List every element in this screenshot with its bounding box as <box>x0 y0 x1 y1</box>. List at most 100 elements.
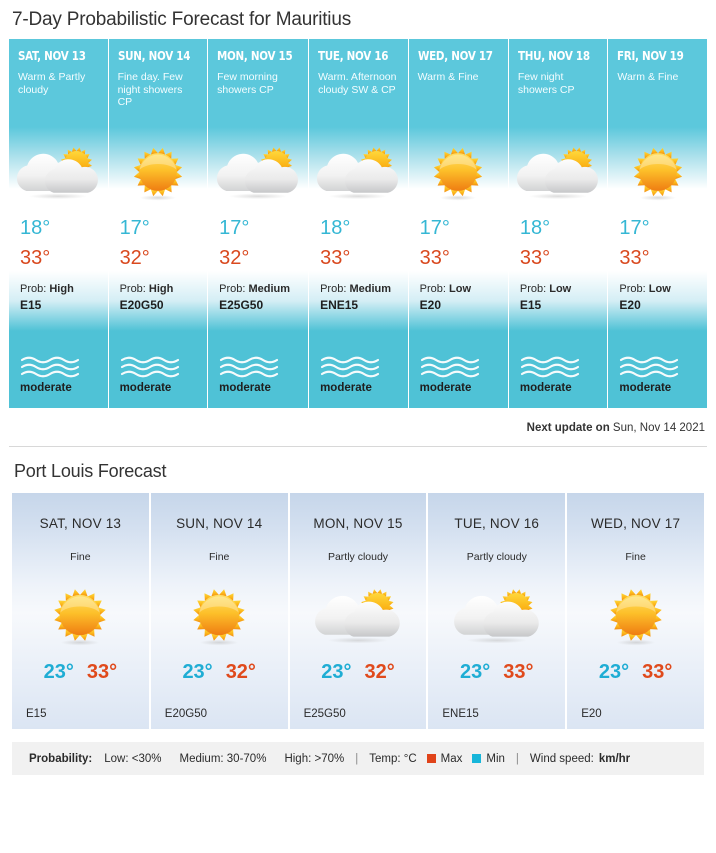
partly-cloudy-icon <box>309 136 408 208</box>
week-wind: E20 <box>419 298 441 312</box>
week-temp-min: 18° <box>320 217 351 239</box>
week-temp-min: 17° <box>619 217 650 239</box>
prob-value: High <box>148 283 174 295</box>
port-louis-day-column[interactable]: SAT, NOV 13 Fine 23° 33° E15 <box>12 493 149 729</box>
prob-label: Prob: <box>519 283 547 295</box>
week-day-description: Few morning showers CP <box>217 71 278 96</box>
week-sea-state: moderate <box>9 354 108 408</box>
week-day-name: SUN, NOV 14 <box>117 48 190 63</box>
port-louis-day-name: WED, NOV 17 <box>590 516 681 531</box>
week-day-column[interactable]: TUE, NOV 16 Warm. Afternoon cloudy SW & … <box>309 39 408 408</box>
page-title: 7-Day Probabilistic Forecast for Mauriti… <box>12 9 351 30</box>
week-day-name: THU, NOV 18 <box>517 48 590 63</box>
partly-cloudy-icon <box>208 136 308 208</box>
port-louis-temp-max: 33° <box>642 661 673 683</box>
port-louis-temp-min: 23° <box>43 661 74 683</box>
port-louis-day-column[interactable]: SUN, NOV 14 Fine 23° 32° E20G50 <box>150 493 288 729</box>
week-day-name: SAT, NOV 13 <box>18 48 86 63</box>
week-day-header: SAT, NOV 13 Warm & Partly cloudy <box>9 39 108 136</box>
port-louis-day-name: SUN, NOV 14 <box>176 516 263 531</box>
week-day-name: TUE, NOV 16 <box>318 48 389 63</box>
week-day-description: Warm & Fine <box>417 71 479 83</box>
week-day-name: WED, NOV 17 <box>417 48 493 63</box>
week-temp-min: 17° <box>219 217 250 239</box>
week-day-header: MON, NOV 15 Few morning showers CP <box>208 39 308 136</box>
prob-value: Low <box>648 283 671 295</box>
partly-cloudy-icon <box>509 136 608 208</box>
week-day-column[interactable]: MON, NOV 15 Few morning showers CP 17° 3… <box>208 39 309 408</box>
port-louis-wind: E25G50 <box>303 708 346 720</box>
waves-icon <box>619 354 707 378</box>
week-probability: Prob: High <box>9 269 108 295</box>
port-louis-day-name: TUE, NOV 16 <box>454 516 540 531</box>
sea-state-label: moderate <box>320 382 372 394</box>
port-louis-day-description: Fine <box>70 551 91 563</box>
prob-value: Low <box>449 283 471 295</box>
week-day-column[interactable]: WED, NOV 17 Warm & Fine 17° 33° Prob: Lo… <box>408 39 508 408</box>
port-louis-temp-min: 23° <box>182 661 213 683</box>
next-update-note: Next update on Sun, Nov 14 2021 <box>0 408 716 434</box>
week-wind: E15 <box>519 298 542 312</box>
sea-state-label: moderate <box>519 382 572 394</box>
week-sea-state: moderate <box>309 354 408 408</box>
week-sea-state: moderate <box>208 354 308 408</box>
week-probability: Prob: High <box>109 269 208 295</box>
port-louis-wind: E20 <box>581 708 602 720</box>
week-temp-max: 32° <box>219 247 250 269</box>
legend-min-label: Min <box>486 752 505 765</box>
week-day-column[interactable]: SAT, NOV 13 Warm & Partly cloudy 18° 33°… <box>9 39 108 408</box>
port-louis-day-column[interactable]: WED, NOV 17 Fine 23° 33° E20 <box>567 493 704 729</box>
week-wind: E25G50 <box>219 298 264 312</box>
week-day-name: MON, NOV 15 <box>217 48 293 63</box>
partly-cloudy-icon <box>451 575 543 655</box>
partly-cloudy-icon <box>312 575 404 655</box>
port-louis-day-name: SAT, NOV 13 <box>39 516 122 531</box>
week-temp-min: 17° <box>419 217 450 239</box>
week-day-column[interactable]: SUN, NOV 14 Fine day. Few night showers … <box>108 39 208 408</box>
prob-value: Medium <box>248 283 291 295</box>
waves-icon <box>420 354 508 378</box>
port-louis-temp-max: 32° <box>225 661 256 683</box>
port-louis-temp-max: 32° <box>364 661 395 683</box>
week-sea-state: moderate <box>608 354 707 408</box>
prob-label: Prob: <box>320 283 347 295</box>
legend-max-label: Max <box>440 752 463 765</box>
sea-state-label: moderate <box>119 382 172 394</box>
partly-cloudy-icon <box>9 136 108 208</box>
week-wind: E20G50 <box>119 298 164 312</box>
week-forecast-panel: SAT, NOV 13 Warm & Partly cloudy 18° 33°… <box>9 39 707 408</box>
week-sea-state: moderate <box>509 354 608 408</box>
week-day-column[interactable]: THU, NOV 18 Few night showers CP 18° 33°… <box>508 39 608 408</box>
week-temp-min: 18° <box>519 217 551 239</box>
forecast-page: 7-Day Probabilistic Forecast for Mauriti… <box>0 0 716 775</box>
port-louis-wind: E20G50 <box>164 708 207 720</box>
prob-label: Prob: <box>419 283 446 295</box>
week-temp-max: 33° <box>519 247 551 269</box>
legend-bar: Probability: Low: <30% Medium: 30-70% Hi… <box>12 742 704 775</box>
week-day-header: SUN, NOV 14 Fine day. Few night showers … <box>109 39 208 136</box>
port-louis-temp-min: 23° <box>598 661 630 683</box>
week-sea-state: moderate <box>109 354 208 408</box>
week-wind: E20 <box>619 298 641 312</box>
week-day-column[interactable]: FRI, NOV 19 Warm & Fine 17° 33° Prob: Lo… <box>608 39 707 408</box>
prob-value: Medium <box>349 283 391 295</box>
sunny-icon <box>48 575 112 655</box>
legend-separator-2: | <box>515 752 519 765</box>
week-temp-max: 33° <box>20 247 51 269</box>
next-update-value: Sun, Nov 14 2021 <box>612 422 705 434</box>
port-louis-day-column[interactable]: MON, NOV 15 Partly cloudy 23° 32° E25G50 <box>289 493 427 729</box>
week-temp-max: 33° <box>419 247 450 269</box>
prob-label: Prob: <box>20 283 47 295</box>
port-louis-temps: 23° 32° <box>182 655 256 684</box>
port-louis-panel: SAT, NOV 13 Fine 23° 33° E15 SUN, NOV 14… <box>12 493 704 729</box>
port-louis-day-description: Partly cloudy <box>327 551 389 563</box>
port-louis-day-column[interactable]: TUE, NOV 16 Partly cloudy 23° 33° ENE15 <box>428 493 566 729</box>
waves-icon <box>320 354 408 378</box>
prob-value: High <box>49 283 74 295</box>
sea-state-label: moderate <box>20 382 72 394</box>
legend-low: Low: <30% <box>104 752 162 765</box>
port-louis-wind: ENE15 <box>442 708 479 720</box>
legend-wind-unit: km/hr <box>598 752 631 765</box>
port-louis-temp-min: 23° <box>460 661 491 683</box>
sunny-icon <box>608 136 707 208</box>
